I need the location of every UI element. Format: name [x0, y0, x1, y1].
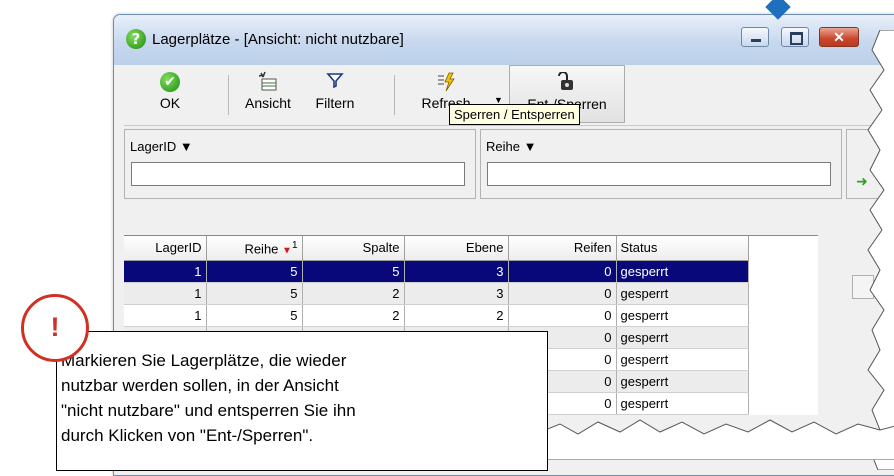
cell-lagerid[interactable]: 1 — [124, 282, 207, 305]
view-icon — [236, 71, 300, 93]
minimize-button[interactable] — [741, 27, 769, 47]
column-header-status[interactable]: Status — [616, 236, 749, 261]
cell-reihe[interactable]: 5 — [206, 282, 303, 305]
reihe-filter: Reihe ▼ — [480, 129, 842, 199]
column-header-ebene[interactable]: Ebene — [404, 236, 509, 261]
ok-button[interactable]: ✔ OK — [142, 65, 198, 123]
window-title: Lagerplätze - [Ansicht: nicht nutzbare] — [152, 31, 404, 48]
maximize-button[interactable] — [781, 27, 809, 47]
alert-icon-glyph: ! — [50, 312, 60, 342]
cell-reifen[interactable]: 0 — [508, 304, 617, 327]
lagerid-filter: LagerID ▼ — [124, 129, 476, 199]
ok-label: OK — [159, 95, 181, 111]
toolbar-separator — [228, 75, 229, 115]
ansicht-button[interactable]: Ansicht — [236, 65, 300, 123]
column-header-spalte[interactable]: Spalte — [302, 236, 405, 261]
maximize-icon — [790, 32, 803, 45]
cell-reihe[interactable]: 5 — [206, 304, 303, 327]
callout-line: nutzbar werden sollen, in der Ansicht — [61, 376, 339, 395]
cell-status[interactable]: gesperrt — [616, 304, 749, 327]
callout-line: durch Klicken von "Ent-/Sperren". — [61, 426, 314, 445]
cell-spalte[interactable]: 5 — [302, 260, 405, 283]
column-header-reihe-label: Reihe — [244, 240, 279, 256]
table-row[interactable]: 1 5 5 3 0 gesperrt — [124, 260, 749, 283]
table-row[interactable]: 1 5 2 2 0 gesperrt — [124, 304, 749, 327]
cell-ebene[interactable]: 3 — [404, 282, 509, 305]
callout-line: Markieren Sie Lagerplätze, die wieder — [61, 351, 347, 370]
column-header-reihe[interactable]: Reihe ▼1 — [206, 236, 303, 261]
cell-spalte[interactable]: 2 — [302, 304, 405, 327]
filter-panel: LagerID ▼ Reihe ▼ ➜ — [124, 129, 894, 201]
refresh-lightning-icon — [400, 71, 492, 93]
cell-lagerid[interactable]: 1 — [124, 304, 207, 327]
cell-status[interactable]: gesperrt — [616, 282, 749, 305]
ok-check-icon: ✔ — [160, 72, 180, 92]
cell-status[interactable]: gesperrt — [616, 370, 749, 393]
table-row[interactable]: 1 5 2 3 0 gesperrt — [124, 282, 749, 305]
filtern-button[interactable]: Filtern — [304, 65, 366, 123]
chevron-down-icon: ▼ — [179, 139, 193, 154]
question-icon: ? — [126, 29, 146, 49]
reihe-filter-label[interactable]: Reihe ▼ — [486, 139, 536, 154]
cell-reifen[interactable]: 0 — [508, 260, 617, 283]
cell-status[interactable]: gesperrt — [616, 348, 749, 371]
lagerid-filter-label[interactable]: LagerID ▼ — [130, 139, 193, 154]
instruction-callout: Markieren Sie Lagerplätze, die wieder nu… — [56, 331, 548, 471]
reihe-input[interactable] — [487, 162, 831, 186]
cell-reifen[interactable]: 0 — [508, 282, 617, 305]
torn-edge-bottom — [540, 419, 894, 460]
cell-status[interactable]: gesperrt — [616, 326, 749, 349]
sort-order-number: 1 — [291, 239, 298, 251]
tooltip: Sperren / Entsperren — [449, 104, 580, 125]
title-bar[interactable]: ? Lagerplätze - [Ansicht: nicht nutzbare… — [114, 15, 894, 65]
filter-funnel-icon — [304, 71, 366, 93]
cell-status[interactable]: gesperrt — [616, 260, 749, 283]
alert-icon: ! — [21, 294, 89, 362]
minimize-icon — [751, 39, 761, 42]
grid-header-row: LagerID Reihe ▼1 Spalte Ebene Reifen Sta… — [124, 236, 749, 261]
chevron-down-icon: ▼ — [523, 139, 537, 154]
cell-lagerid[interactable]: 1 — [124, 260, 207, 283]
column-header-reifen[interactable]: Reifen — [508, 236, 617, 261]
cell-reihe[interactable]: 5 — [206, 260, 303, 283]
lock-unlock-icon — [510, 71, 624, 94]
torn-edge-right — [867, 30, 894, 470]
cell-ebene[interactable]: 2 — [404, 304, 509, 327]
cell-spalte[interactable]: 2 — [302, 282, 405, 305]
sort-desc-icon: ▼ — [282, 244, 292, 256]
lagerid-input[interactable] — [131, 162, 465, 186]
toolbar-separator — [394, 75, 395, 115]
callout-line: "nicht nutzbare" und entsperren Sie ihn — [61, 401, 356, 420]
filtern-label: Filtern — [315, 95, 355, 111]
column-header-lagerid[interactable]: LagerID — [124, 236, 207, 261]
cell-ebene[interactable]: 3 — [404, 260, 509, 283]
ansicht-label: Ansicht — [245, 95, 291, 111]
